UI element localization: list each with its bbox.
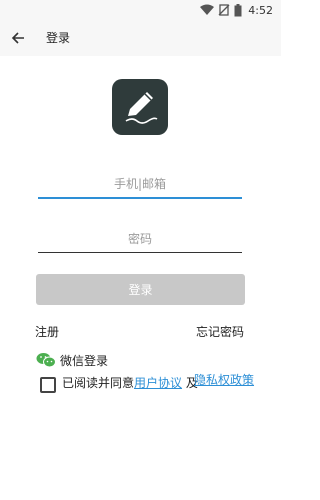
app-logo	[112, 79, 168, 135]
status-bar: 4:52	[0, 0, 281, 20]
agree-checkbox[interactable]	[40, 377, 56, 393]
forgot-password-link[interactable]: 忘记密码	[196, 323, 244, 340]
pencil-icon	[125, 92, 158, 124]
battery-icon	[234, 3, 242, 16]
wechat-icon	[36, 353, 56, 368]
password-input[interactable]	[38, 226, 242, 253]
status-icons: 4:52	[200, 2, 273, 18]
register-link[interactable]: 注册	[35, 323, 59, 340]
toolbar: 登录	[0, 20, 281, 56]
privacy-policy-wrap: 隐私权政策	[194, 373, 254, 387]
page-title: 登录	[46, 31, 71, 45]
back-button[interactable]	[8, 28, 28, 48]
wifi-icon	[200, 4, 215, 15]
status-time: 4:52	[248, 3, 273, 17]
login-button[interactable]: 登录	[36, 274, 245, 305]
phone-email-input[interactable]	[38, 171, 242, 199]
wechat-login[interactable]: 微信登录	[36, 350, 108, 370]
agreement-prefix: 已阅读并同意	[62, 376, 135, 390]
wechat-login-label: 微信登录	[60, 353, 109, 368]
user-agreement-link[interactable]: 用户协议	[134, 376, 182, 390]
no-signal-icon	[218, 4, 230, 16]
agreement-text: 已阅读并同意用户协议 及	[62, 376, 198, 391]
arrow-left-icon	[11, 32, 24, 44]
privacy-policy-link[interactable]: 隐私权政策	[194, 373, 254, 387]
